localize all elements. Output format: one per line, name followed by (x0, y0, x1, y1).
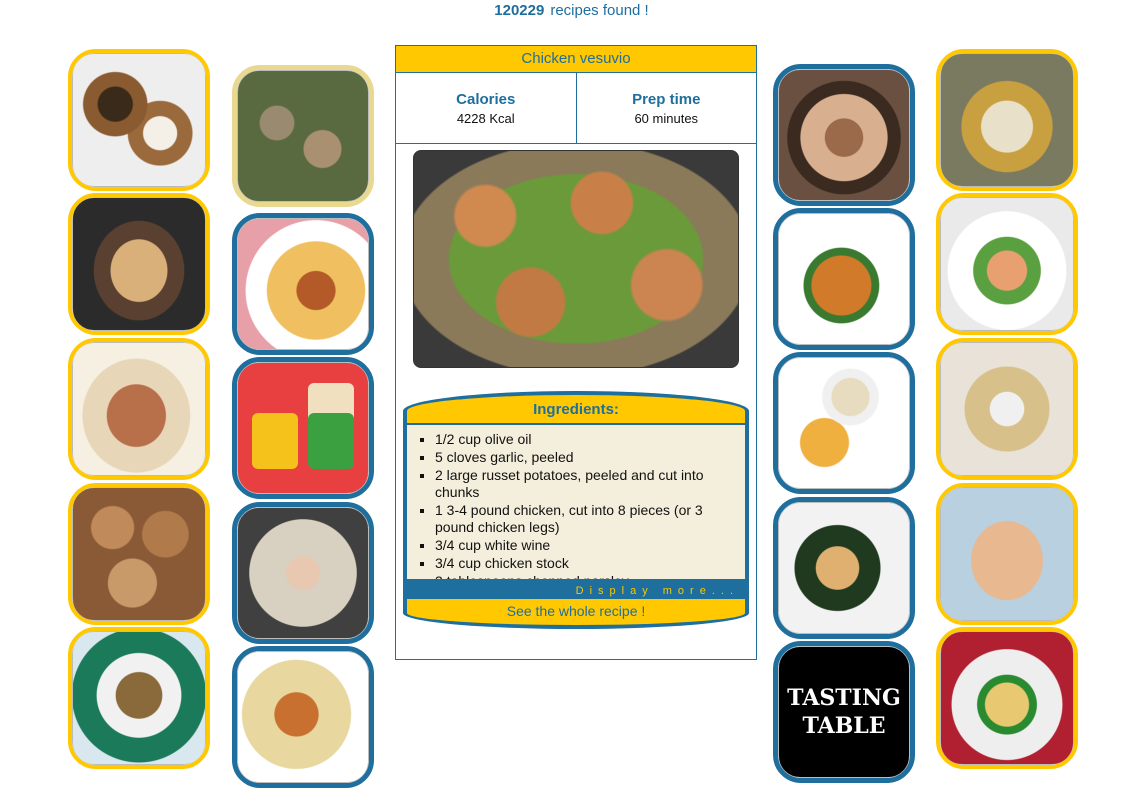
recipe-tile-fish-capers[interactable] (936, 483, 1078, 625)
ingredient-item: 1 3-4 pound chicken, cut into 8 pieces (… (435, 502, 731, 536)
prep-time-value: 60 minutes (634, 111, 699, 126)
recipe-main-photo (413, 150, 739, 368)
recipe-thumbnail (72, 342, 206, 476)
ingredients-list-box[interactable]: 1/2 cup olive oil 5 cloves garlic, peele… (403, 423, 749, 583)
recipe-detail-card: Chicken vesuvio Calories 4228 Kcal Prep … (395, 45, 757, 660)
tasting-table-logo: TASTING TABLE (778, 646, 910, 778)
results-count: 120229 recipes found ! (0, 2, 1143, 19)
recipe-thumbnail (778, 69, 910, 201)
recipe-tile-chicken-rice[interactable] (773, 64, 915, 206)
recipe-tile-chicken-pasta[interactable] (232, 213, 374, 355)
recipe-tile-tortilla-soup[interactable] (936, 338, 1078, 480)
ingredients-panel: Ingredients: 1/2 cup olive oil 5 cloves … (403, 391, 749, 641)
recipe-tile-pastry-pockets[interactable] (936, 627, 1078, 769)
recipe-thumbnail (237, 218, 369, 350)
recipe-thumbnail (940, 53, 1074, 187)
prep-time-stat: Prep time 60 minutes (575, 73, 757, 143)
recipe-thumbnail (940, 487, 1074, 621)
recipe-thumbnail (778, 502, 910, 634)
recipe-thumbnail (940, 197, 1074, 331)
ingredient-item: 5 cloves garlic, peeled (435, 449, 731, 466)
recipe-title: Chicken vesuvio (396, 46, 756, 73)
recipe-thumbnail (778, 213, 910, 345)
recipe-thumbnail (72, 487, 206, 621)
recipe-tile-chicken-feet[interactable] (232, 502, 374, 644)
recipe-thumbnail (72, 197, 206, 331)
recipe-tile-chicken-piccata[interactable] (773, 208, 915, 350)
ingredients-list: 1/2 cup olive oil 5 cloves garlic, peele… (407, 425, 745, 579)
ingredient-item: 3/4 cup white wine (435, 537, 731, 554)
recipe-tile-fried-chicken[interactable] (68, 483, 210, 625)
recipe-tile-roast-chicken[interactable] (773, 497, 915, 639)
recipe-tile-braised-chicken[interactable] (936, 49, 1078, 191)
prep-time-label: Prep time (632, 91, 701, 108)
recipe-tile-peppercorns[interactable] (68, 49, 210, 191)
see-whole-recipe-button[interactable]: See the whole recipe ! (403, 599, 749, 629)
ingredient-item: 3 tablespoons chopped parsley (435, 573, 731, 579)
recipe-tile-chicken-drumsticks[interactable] (936, 193, 1078, 335)
logo-line-2: TABLE (802, 713, 886, 739)
ingredient-item: 3/4 cup chicken stock (435, 555, 731, 572)
results-count-label: recipes found ! (550, 2, 649, 19)
recipe-thumbnail (237, 70, 369, 202)
recipe-thumbnail (72, 53, 206, 187)
calories-label: Calories (456, 91, 516, 108)
recipe-thumbnail (940, 342, 1074, 476)
logo-line-1: TASTING (787, 685, 901, 711)
recipe-thumbnail (778, 357, 910, 489)
recipe-tile-grilled-chicken[interactable] (68, 338, 210, 480)
recipe-thumbnail (237, 507, 369, 639)
recipe-tile-tasting-table[interactable]: TASTING TABLE (773, 641, 915, 783)
recipe-tile-school-lunch[interactable] (232, 357, 374, 499)
ingredient-item: 1/2 cup olive oil (435, 431, 731, 448)
display-more-link[interactable]: Display more... (403, 583, 749, 599)
recipe-tile-hummus-chips[interactable] (773, 352, 915, 494)
results-count-number: 120229 (494, 2, 545, 19)
calories-value: 4228 Kcal (456, 111, 515, 126)
recipe-tile-chicken-peas[interactable] (232, 65, 374, 207)
ingredients-heading: Ingredients: (403, 391, 749, 423)
recipe-tile-chicken-soup[interactable] (232, 646, 374, 788)
recipe-tile-chicken-salad[interactable] (68, 627, 210, 769)
recipe-tile-sliced-chicken[interactable] (68, 193, 210, 335)
calories-stat: Calories 4228 Kcal (396, 73, 576, 143)
recipe-thumbnail (72, 631, 206, 765)
recipe-thumbnail (237, 651, 369, 783)
recipe-thumbnail (940, 631, 1074, 765)
recipe-thumbnail (237, 362, 369, 494)
ingredient-item: 2 large russet potatoes, peeled and cut … (435, 467, 731, 501)
recipe-stats: Calories 4228 Kcal Prep time 60 minutes (396, 73, 756, 144)
